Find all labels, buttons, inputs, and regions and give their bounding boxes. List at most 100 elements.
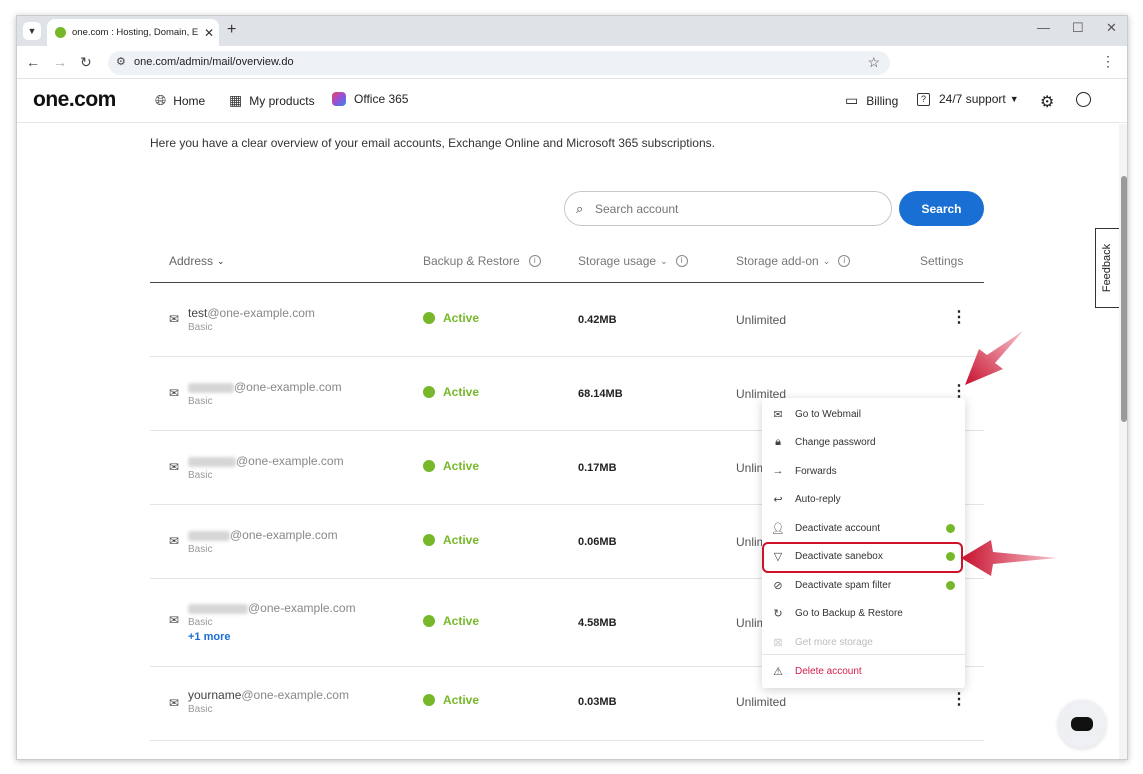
column-storage[interactable]: Storage usage ⌄ i — [578, 254, 688, 268]
account-plan: Basic — [188, 396, 213, 407]
table-row[interactable]: ✉ test@one-example.com Basic Active 0.42… — [150, 283, 984, 357]
backup-status: Active — [423, 693, 479, 707]
info-icon[interactable]: i — [838, 255, 851, 267]
nav-my-products[interactable]: ▦ My products — [229, 92, 315, 109]
reload-icon[interactable]: ↻ — [80, 54, 92, 71]
billing-label: Billing — [866, 93, 899, 108]
new-tab-button[interactable]: + — [227, 21, 236, 39]
menu-item-go-to-backup[interactable]: ↻ Go to Backup & Restore — [762, 599, 965, 627]
account-address: yourname@one-example.com — [188, 688, 349, 702]
menu-item-get-more-storage: ⊠ Get more storage — [762, 628, 965, 656]
nav-office-365[interactable]: Office 365 — [332, 92, 408, 106]
menu-item-deactivate-spam-filter[interactable]: ⊘ Deactivate spam filter — [762, 571, 965, 599]
info-icon[interactable]: i — [675, 255, 688, 267]
account-icon[interactable] — [1076, 92, 1091, 107]
column-addon[interactable]: Storage add-on ⌄ i — [736, 254, 851, 268]
menu-item-change-password[interactable]: 🔒︎ Change password — [762, 428, 965, 456]
mailbox-icon: ✉ — [169, 312, 180, 326]
billing-link[interactable]: ▭ Billing — [845, 92, 898, 109]
maximize-icon[interactable]: ☐ — [1072, 20, 1084, 36]
nav-office-365-label: Office 365 — [354, 92, 409, 106]
menu-item-forwards[interactable]: → Forwards — [762, 457, 965, 485]
account-address: @one-example.com — [188, 528, 338, 542]
chat-button[interactable] — [1058, 700, 1106, 748]
chat-icon — [1071, 717, 1093, 731]
more-aliases-link[interactable]: +1 more — [188, 631, 231, 643]
close-window-icon[interactable]: ✕ — [1106, 20, 1117, 36]
account-plan: Basic — [188, 617, 213, 628]
storage-addon: Unlimited — [736, 313, 787, 327]
account-plan: Basic — [188, 470, 213, 481]
mail-icon: ✉ — [773, 408, 783, 421]
settings-kebab-icon[interactable]: ⋮ — [951, 692, 967, 708]
browser-menu-icon[interactable]: ⋮ — [1101, 53, 1115, 70]
account-address: @one-example.com — [188, 601, 356, 615]
settings-gear-icon[interactable]: ⚙ — [1040, 92, 1054, 112]
menu-item-deactivate-account[interactable]: 👤︎ Deactivate account — [762, 514, 965, 542]
menu-divider — [762, 654, 965, 655]
menu-item-label: Get more storage — [795, 636, 873, 648]
column-settings: Settings — [920, 254, 963, 268]
menu-item-label: Forwards — [795, 465, 837, 477]
bookmark-star-icon[interactable]: ☆ — [867, 54, 880, 71]
block-icon: ⊘ — [773, 579, 783, 592]
highlight-box — [762, 542, 963, 573]
menu-item-auto-reply[interactable]: ↩ Auto-reply — [762, 485, 965, 513]
menu-item-label: Go to Webmail — [795, 408, 861, 420]
account-address: @one-example.com — [188, 454, 344, 468]
tab-close-icon[interactable]: ✕ — [204, 26, 214, 40]
account-plan: Basic — [188, 322, 213, 333]
sort-chevron-icon: ⌄ — [660, 255, 668, 266]
back-icon[interactable]: ← — [26, 54, 40, 70]
restore-icon: ↻ — [773, 607, 783, 620]
storage-addon: Unlimited — [736, 695, 787, 709]
annotation-arrow-sanebox — [961, 540, 1057, 576]
search-input[interactable] — [595, 199, 875, 219]
help-icon: ? — [917, 92, 930, 106]
address-bar[interactable]: ⚙ one.com/admin/mail/overview.do ☆ — [108, 51, 890, 75]
menu-item-delete-account[interactable]: ⚠︎ Delete account — [762, 657, 965, 685]
column-backup: Backup & Restore i — [423, 254, 541, 268]
settings-kebab-icon[interactable]: ⋮ — [951, 310, 967, 326]
support-menu[interactable]: ? 24/7 support ▼ — [917, 92, 1019, 106]
scrollbar-thumb[interactable] — [1121, 176, 1127, 422]
search-field[interactable]: ⌕ — [564, 191, 892, 226]
tab-search-dropdown-icon[interactable]: ▼ — [23, 22, 41, 40]
site-logo[interactable]: one.com — [33, 88, 116, 112]
storage-icon: ⊠ — [773, 636, 783, 649]
chevron-down-icon: ▼ — [1009, 94, 1019, 104]
forward-icon[interactable]: → — [53, 54, 67, 70]
user-icon: 👤︎ — [771, 522, 785, 535]
search-button[interactable]: Search — [899, 191, 984, 226]
storage-usage: 4.58MB — [578, 617, 617, 629]
storage-usage: 68.14MB — [578, 388, 623, 400]
site-header: one.com 🌐︎ Home ▦ My products Office 365… — [17, 79, 1127, 123]
storage-usage: 0.03MB — [578, 696, 617, 708]
browser-toolbar: ← → ↻ ⚙ one.com/admin/mail/overview.do ☆… — [17, 46, 1127, 79]
column-address[interactable]: Address ⌄ — [169, 254, 225, 268]
site-info-icon[interactable]: ⚙ — [116, 55, 126, 68]
account-plan: Basic — [188, 544, 213, 555]
feedback-tab[interactable]: Feedback — [1095, 228, 1119, 308]
browser-tab[interactable]: one.com : Hosting, Domain, Em ✕ — [47, 19, 219, 46]
storage-usage: 0.17MB — [578, 462, 617, 474]
menu-item-go-to-webmail[interactable]: ✉ Go to Webmail — [762, 400, 965, 428]
backup-status: Active — [423, 385, 479, 399]
column-settings-label: Settings — [920, 254, 964, 268]
menu-item-label: Change password — [795, 436, 876, 448]
account-plan: Basic — [188, 704, 213, 715]
menu-item-label: Delete account — [795, 665, 862, 677]
menu-item-label: Auto-reply — [795, 493, 841, 505]
backup-status: Active — [423, 533, 479, 547]
table-header: Address ⌄ Backup & Restore i Storage usa… — [150, 251, 984, 283]
tab-title: one.com : Hosting, Domain, Em — [72, 27, 198, 38]
mailbox-icon: ✉ — [169, 613, 180, 627]
minimize-icon[interactable]: — — [1037, 20, 1050, 35]
globe-icon: 🌐︎ — [155, 92, 167, 108]
annotation-arrow-kebab — [965, 331, 1023, 385]
info-icon[interactable]: i — [528, 255, 541, 267]
storage-usage: 0.06MB — [578, 536, 617, 548]
sort-chevron-icon: ⌄ — [217, 255, 225, 266]
nav-home[interactable]: 🌐︎ Home — [155, 92, 205, 109]
scrollbar[interactable] — [1119, 124, 1127, 759]
